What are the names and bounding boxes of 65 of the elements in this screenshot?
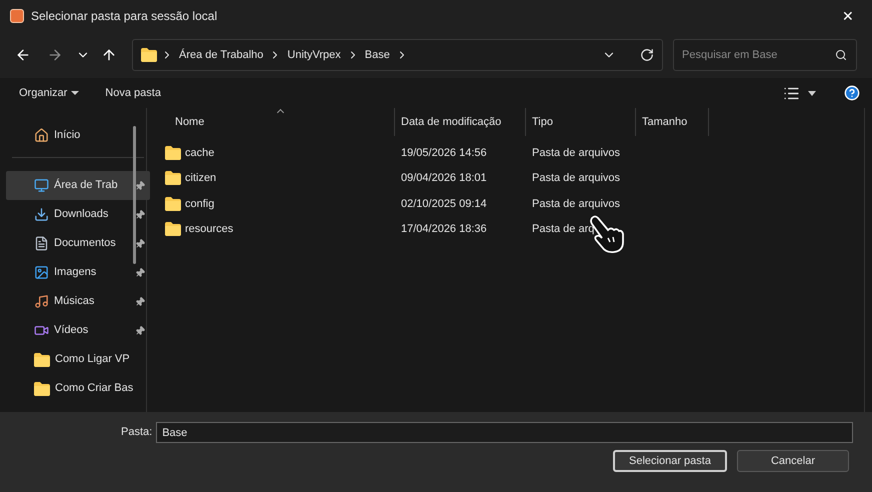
scrollbar[interactable] bbox=[133, 126, 136, 264]
folder-name: config bbox=[185, 196, 214, 212]
caret-icon[interactable] bbox=[808, 90, 816, 96]
column-header[interactable]: Tamanho bbox=[636, 108, 709, 136]
folder-name: citizen bbox=[185, 171, 216, 186]
breadcrumb-item[interactable]: Base bbox=[362, 46, 392, 64]
sidebar-label: Documentos bbox=[54, 236, 117, 252]
sidebar-item[interactable]: Imagens bbox=[6, 258, 150, 287]
folder-icon bbox=[165, 146, 181, 160]
search-field[interactable]: Pesquisar em Base bbox=[673, 39, 857, 71]
cancel-button[interactable]: Cancelar bbox=[737, 450, 849, 472]
sidebar-label: Downloads bbox=[54, 207, 110, 222]
address-bar[interactable]: Área de Trabalho UnityVrpex Base bbox=[132, 39, 663, 71]
breadcrumb-item[interactable]: UnityVrpex bbox=[285, 46, 343, 64]
document-icon bbox=[34, 236, 49, 251]
video-icon bbox=[34, 323, 49, 338]
sidebar-item[interactable]: Área de Trab bbox=[6, 171, 150, 200]
search-icon bbox=[835, 49, 847, 61]
folder-icon bbox=[34, 382, 50, 396]
folder-icon bbox=[165, 222, 181, 236]
app-icon bbox=[10, 9, 24, 23]
column-header[interactable]: Tipo bbox=[526, 108, 636, 136]
sidebar-item[interactable]: Como Ligar VP bbox=[6, 345, 150, 374]
sidebar-label: Vídeos bbox=[54, 323, 90, 338]
folder-icon bbox=[141, 48, 157, 62]
breadcrumb-item[interactable]: Área de Trabalho bbox=[177, 46, 266, 64]
date-cell-text: 17/04/2026 18:36 bbox=[400, 222, 488, 237]
folder-label: Pasta: bbox=[121, 425, 152, 440]
folder-icon bbox=[34, 352, 50, 366]
date-cell-text: 09/04/2026 18:01 bbox=[400, 171, 488, 186]
sidebar-label: Como Criar Bas bbox=[55, 381, 134, 396]
type-cell-text: Pasta de arq bbox=[531, 222, 594, 237]
date-cell-text: 02/10/2025 09:14 bbox=[400, 196, 488, 212]
sidebar-item[interactable]: Como Criar Bas bbox=[6, 374, 150, 403]
sidebar-label: Como Ligar VP bbox=[55, 352, 131, 368]
column-header[interactable]: Data de modificação bbox=[395, 108, 526, 136]
select-folder-button[interactable]: Selecionar pasta bbox=[613, 450, 727, 472]
sidebar-label: Imagens bbox=[54, 265, 98, 280]
image-icon bbox=[34, 265, 49, 280]
folder-icon bbox=[165, 171, 181, 186]
refresh-icon[interactable] bbox=[640, 48, 654, 62]
folder-name: cache bbox=[185, 146, 214, 160]
organize-button[interactable]: Organizar bbox=[12, 82, 86, 104]
home-icon bbox=[34, 128, 49, 143]
help-icon[interactable] bbox=[844, 85, 860, 101]
caret-icon bbox=[71, 91, 80, 95]
folder-field[interactable]: Base bbox=[156, 422, 854, 443]
close-button[interactable]: ✕ bbox=[834, 6, 862, 26]
new-folder-button[interactable]: Nova pasta bbox=[100, 82, 166, 104]
sidebar-label: Músicas bbox=[54, 294, 96, 310]
sidebar-item[interactable]: Músicas bbox=[6, 287, 150, 316]
download-icon bbox=[34, 207, 49, 222]
folder-icon bbox=[165, 196, 181, 211]
type-cell-text: Pasta de arquivos bbox=[531, 196, 620, 212]
date-cell-text: 19/05/2026 14:56 bbox=[400, 146, 488, 160]
window-title: Selecionar pasta para sessão local bbox=[31, 8, 218, 25]
sidebar-item[interactable]: Vídeos bbox=[6, 316, 150, 345]
sidebar-label: Área de Trab bbox=[54, 178, 119, 194]
type-cell-text: Pasta de arquivos bbox=[531, 146, 620, 160]
sidebar-label: Início bbox=[54, 128, 82, 144]
monitor-icon bbox=[34, 178, 49, 193]
folder-name: resources bbox=[185, 222, 234, 237]
type-cell-text: Pasta de arquivos bbox=[531, 171, 620, 186]
column-header[interactable]: Nome bbox=[147, 108, 395, 136]
music-icon bbox=[34, 294, 49, 309]
